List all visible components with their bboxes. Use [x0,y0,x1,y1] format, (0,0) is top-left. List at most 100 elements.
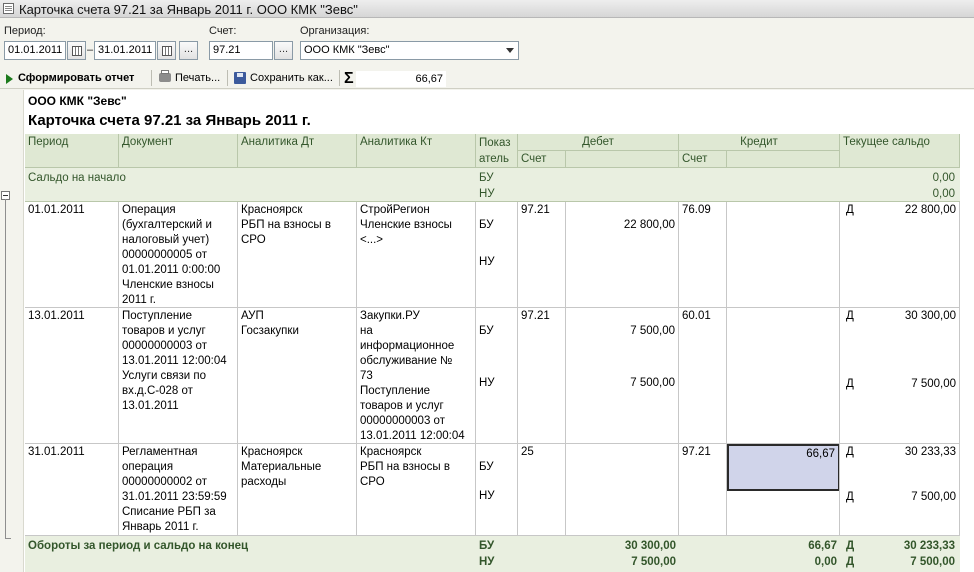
row-1-analytics-kt[interactable]: СтройРегион Членские взносы <...> [357,202,476,308]
sum-icon: Σ [344,70,354,87]
row-2-balance-sign-nu: Д [846,378,854,390]
header-debit: Дебет [518,134,679,151]
row-2-balance-bu: 30 300,00 [904,310,956,322]
grouping-gutter [0,90,24,572]
row-1-period[interactable]: 01.01.2011 [25,202,119,308]
row-3-analytics-dt[interactable]: Красноярск Материальные расходы [238,444,357,536]
opening-bu-value: 0,00 [932,172,955,184]
row-2-analytics-dt[interactable]: АУП Госзакупки [238,308,357,444]
header-credit: Кредит [679,134,840,151]
row-1-document[interactable]: Операция (бухгалтерский и налоговый учет… [119,202,238,308]
chevron-down-icon [506,48,514,53]
date-to-input[interactable]: 31.01.2011 [94,41,156,60]
window-title: Карточка счета 97.21 за Январь 2011 г. О… [19,2,358,17]
row-3-balance-nu: 7 500,00 [911,491,956,503]
header-period: Период [25,134,119,168]
row-3-debit-account[interactable]: 25 [518,444,566,536]
calendar-icon [162,46,172,56]
row-3-indicator[interactable]: БУ НУ [476,444,518,536]
header-analytics-kt: Аналитика Кт [357,134,476,168]
date-to-calendar-button[interactable] [157,41,176,60]
header-credit-amount [727,151,840,168]
toolbar-separator [339,70,340,86]
opening-balance-label: Сальдо на начало [28,172,126,184]
row-1-nu: НУ [479,256,495,268]
row-2-bu: БУ [479,325,494,337]
row-1-credit-account[interactable]: 76.09 [679,202,727,308]
header-current-balance: Текущее сальдо [840,134,960,168]
row-1-credit-amount[interactable] [727,202,840,308]
report-icon [3,3,14,14]
row-2-credit-amount[interactable] [727,308,840,444]
group-line-end [5,538,11,539]
totals-bu-label: БУ [479,540,495,552]
calendar-icon [72,46,82,56]
row-2-credit-account[interactable]: 60.01 [679,308,727,444]
header-indicator: Показ атель [476,134,518,168]
account-input[interactable]: 97.21 [209,41,273,60]
selected-sum-value: 66,67 [356,71,446,87]
row-2-debit-account[interactable]: 97.21 [518,308,566,444]
row-2-indicator[interactable]: БУ НУ [476,308,518,444]
row-2-debit-bu: 7 500,00 [630,325,675,337]
header-analytics-dt: Аналитика Дт [238,134,357,168]
row-1-debit-account[interactable]: 97.21 [518,202,566,308]
row-1-debit-amount[interactable]: 22 800,00 [566,202,679,308]
totals-credit-bu: 66,67 [808,540,837,552]
toolbar-separator [151,70,152,86]
printer-icon [159,70,171,82]
row-3-credit-amount[interactable]: 66,67 [727,444,840,536]
toolbar: Сформировать отчет Печать... Сохранить к… [0,67,974,89]
opening-bu-label: БУ [479,172,494,184]
account-select-button[interactable]: ... [274,41,293,60]
row-1-balance-sign-bu: Д [846,204,854,216]
header-debit-account: Счет [518,151,566,168]
window-titlebar: Карточка счета 97.21 за Январь 2011 г. О… [0,0,974,18]
row-1-balance[interactable]: Д 22 800,00 [840,202,960,308]
row-3-bu: БУ [479,461,494,473]
row-3-balance[interactable]: Д 30 233,33 Д 7 500,00 [840,444,960,536]
row-2-period[interactable]: 13.01.2011 [25,308,119,444]
row-2-nu: НУ [479,377,495,389]
organization-label: Организация: [300,25,370,37]
row-2-balance-sign-bu: Д [846,310,854,322]
row-1-balance-bu: 22 800,00 [904,204,956,216]
row-1-bu: БУ [479,219,494,231]
opening-nu-value: 0,00 [932,188,955,200]
organization-select[interactable]: ООО КМК "Зевс" [300,41,519,60]
row-3-balance-sign-nu: Д [846,491,854,503]
date-from-calendar-button[interactable] [67,41,86,60]
row-3-credit-account[interactable]: 97.21 [679,444,727,536]
period-select-button[interactable]: ... [179,41,198,60]
report-spreadsheet[interactable]: ООО КМК "Зевс" Карточка счета 97.21 за Я… [0,90,974,572]
totals-debit-bu: 30 300,00 [624,540,676,552]
date-separator: – [87,44,94,56]
row-3-debit-amount[interactable] [566,444,679,536]
row-3-analytics-kt[interactable]: Красноярск РБП на взносы в СРО [357,444,476,536]
row-3-balance-sign-bu: Д [846,446,854,458]
row-1-analytics-dt[interactable]: Красноярск РБП на взносы в СРО [238,202,357,308]
generate-report-button[interactable]: Сформировать отчет [18,70,134,86]
row-2-document[interactable]: Поступление товаров и услуг 00000000003 … [119,308,238,444]
row-1-indicator[interactable]: БУ НУ [476,202,518,308]
totals-label: Обороты за период и сальдо на конец [28,540,249,552]
row-1-debit-bu: 22 800,00 [623,219,675,231]
header-document: Документ [119,134,238,168]
row-2-balance[interactable]: Д 30 300,00 Д 7 500,00 [840,308,960,444]
print-button[interactable]: Печать... [175,70,220,86]
period-label: Период: [4,25,46,37]
play-icon [6,74,13,84]
row-2-balance-nu: 7 500,00 [911,378,956,390]
row-2-debit-amount[interactable]: 7 500,00 7 500,00 [566,308,679,444]
row-2-analytics-kt[interactable]: Закупки.РУ на информационное обслуживани… [357,308,476,444]
toolbar-separator [227,70,228,86]
row-3-credit-bu-selected-cell[interactable]: 66,67 [727,444,839,491]
save-as-button[interactable]: Сохранить как... [250,70,333,86]
row-3-document[interactable]: Регламентная операция 00000000002 от 31.… [119,444,238,536]
date-from-input[interactable]: 01.01.2011 [4,41,66,60]
organization-value: ООО КМК "Зевс" [304,44,390,56]
row-3-period[interactable]: 31.01.2011 [25,444,119,536]
row-2-debit-nu: 7 500,00 [630,377,675,389]
totals-debit-nu: 7 500,00 [631,556,676,568]
row-3-nu: НУ [479,490,495,502]
